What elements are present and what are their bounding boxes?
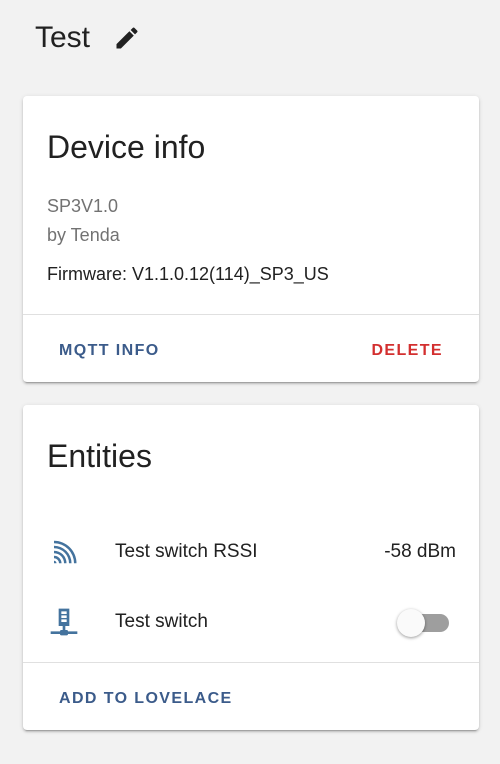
entity-name: Test switch bbox=[115, 611, 208, 632]
toggle-thumb bbox=[397, 609, 425, 637]
device-firmware: Firmware: V1.1.0.12(114)_SP3_US bbox=[47, 264, 329, 284]
entity-name: Test switch RSSI bbox=[115, 541, 258, 562]
page-header: Test bbox=[35, 18, 142, 58]
network-server-icon bbox=[47, 605, 81, 639]
wifi-signal-icon bbox=[47, 535, 81, 569]
pencil-icon bbox=[116, 27, 138, 49]
add-to-lovelace-button[interactable]: ADD TO LOVELACE bbox=[49, 684, 243, 714]
mqtt-info-button[interactable]: MQTT INFO bbox=[49, 336, 170, 366]
entity-row-switch[interactable]: Test switch bbox=[23, 598, 479, 646]
entities-title: Entities bbox=[47, 438, 152, 474]
device-manufacturer: by Tenda bbox=[47, 225, 120, 245]
device-info-card: Device info SP3V1.0 by Tenda Firmware: V… bbox=[23, 96, 479, 382]
switch-toggle[interactable] bbox=[397, 607, 449, 637]
card-divider bbox=[23, 662, 479, 663]
delete-button[interactable]: DELETE bbox=[361, 336, 453, 366]
device-model: SP3V1.0 bbox=[47, 196, 119, 216]
entity-state: -58 dBm bbox=[384, 541, 456, 562]
device-info-title: Device info bbox=[47, 129, 206, 165]
page-title: Test bbox=[35, 21, 91, 54]
edit-name-button[interactable] bbox=[112, 23, 142, 53]
card-divider bbox=[23, 314, 479, 315]
entities-card: Entities Test switch RSSI -58 dBm Test s… bbox=[23, 405, 479, 730]
entity-row-rssi[interactable]: Test switch RSSI -58 dBm bbox=[23, 528, 479, 576]
